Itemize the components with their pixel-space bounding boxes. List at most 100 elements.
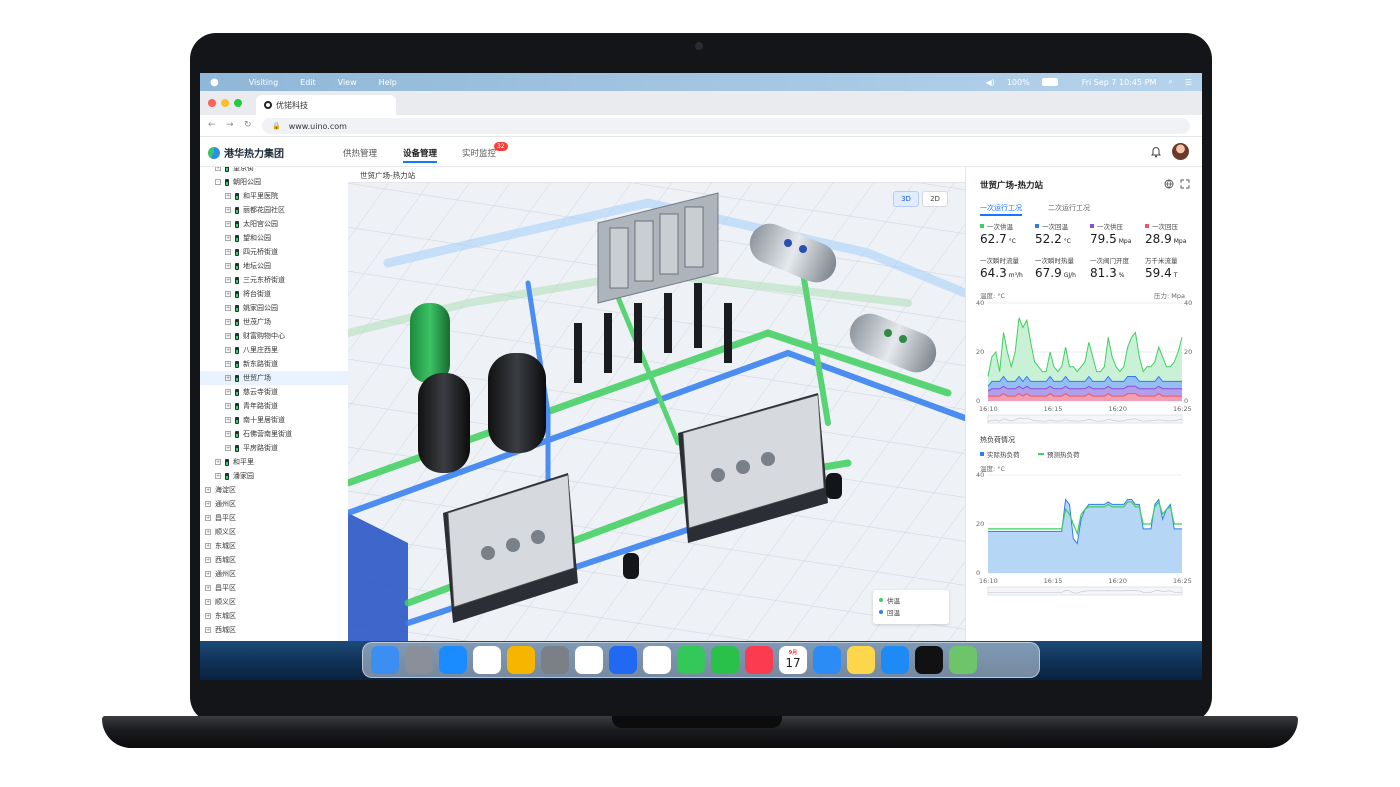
expand-icon[interactable]: + — [225, 389, 231, 395]
expand-icon[interactable]: + — [205, 627, 211, 633]
chrome-app-icon[interactable] — [473, 646, 501, 674]
tree-item[interactable]: + 西城区 — [200, 623, 348, 637]
subtab-primary[interactable]: 一次运行工况 — [980, 203, 1022, 213]
avatar[interactable] — [1172, 143, 1189, 160]
tree-item[interactable]: + 四元桥街道 — [200, 245, 348, 259]
expand-icon[interactable]: + — [225, 305, 231, 311]
control-center-icon[interactable]: ☰ — [1185, 78, 1192, 87]
tree-item[interactable]: + 世贸广场 — [200, 371, 348, 385]
settings-app-icon[interactable] — [541, 646, 569, 674]
3d-viewport[interactable]: 世贸广场-热力站 3D 2D 供温 回温 — [348, 167, 965, 641]
ithome-app-icon[interactable] — [609, 646, 637, 674]
tree-item[interactable]: - 朝阳公园 — [200, 175, 348, 189]
volume-icon[interactable]: ◀) — [986, 78, 995, 87]
expand-icon[interactable]: + — [225, 291, 231, 297]
tree-item[interactable]: + 潘家园 — [200, 469, 348, 483]
expand-icon[interactable]: + — [225, 333, 231, 339]
close-window-button[interactable] — [208, 99, 216, 107]
notes-app-icon[interactable] — [847, 646, 875, 674]
expand-icon[interactable]: + — [225, 263, 231, 269]
brand[interactable]: 港华热力集团 — [208, 145, 284, 160]
back-icon[interactable]: ← — [208, 120, 216, 130]
expand-icon[interactable]: + — [225, 417, 231, 423]
sketch-app-icon[interactable] — [507, 646, 535, 674]
tree-item[interactable]: + 海淀区 — [200, 483, 348, 497]
url-field[interactable]: 🔒 www.uino.com — [262, 118, 1190, 134]
battery-icon[interactable] — [1041, 78, 1058, 86]
finder-app-icon[interactable] — [371, 646, 399, 674]
tree-item[interactable]: + 丽都花园社区 — [200, 203, 348, 217]
tree-item[interactable]: + 顺义区 — [200, 595, 348, 609]
messages-app-icon[interactable] — [677, 646, 705, 674]
expand-icon[interactable] — [1180, 179, 1190, 189]
tab-heating-management[interactable]: 供热管理 — [343, 147, 377, 159]
tree-item[interactable]: + 东城区 — [200, 539, 348, 553]
facetime-app-icon[interactable] — [711, 646, 739, 674]
expand-icon[interactable]: + — [205, 543, 211, 549]
mode-2d-button[interactable]: 2D — [922, 191, 948, 207]
browser-tab[interactable]: 优锘科技 — [256, 95, 396, 115]
tree-item[interactable]: + 三元东桥街道 — [200, 273, 348, 287]
expand-icon[interactable]: + — [215, 459, 221, 465]
tree-item[interactable]: + 太阳宫公园 — [200, 217, 348, 231]
menu-edit[interactable]: Edit — [300, 78, 316, 87]
expand-icon[interactable]: + — [225, 221, 231, 227]
tree-item[interactable]: + 昌平区 — [200, 511, 348, 525]
appstore-app-icon[interactable] — [881, 646, 909, 674]
tree-item[interactable]: + 世茂广场 — [200, 315, 348, 329]
tree-item[interactable]: + 平房路街道 — [200, 441, 348, 455]
tree-item[interactable]: + 石佛营南里街道 — [200, 427, 348, 441]
tree-item[interactable]: + 八里庄西里 — [200, 343, 348, 357]
expand-icon[interactable]: + — [225, 375, 231, 381]
tree-item[interactable]: + 青年路街道 — [200, 399, 348, 413]
maximize-window-button[interactable] — [234, 99, 242, 107]
tree-item[interactable]: + 财富购物中心 — [200, 329, 348, 343]
tree-item[interactable]: + 南十里居街道 — [200, 413, 348, 427]
expand-icon[interactable]: + — [205, 557, 211, 563]
expand-icon[interactable]: + — [225, 207, 231, 213]
mode-3d-button[interactable]: 3D — [893, 191, 919, 207]
tree-item[interactable]: + 和平里 — [200, 455, 348, 469]
expand-icon[interactable]: + — [205, 613, 211, 619]
reload-icon[interactable]: ↻ — [244, 120, 252, 130]
tab-realtime-monitoring[interactable]: 实时监控 — [462, 147, 496, 159]
expand-icon[interactable]: + — [225, 277, 231, 283]
expand-icon[interactable]: + — [225, 361, 231, 367]
clock[interactable]: Fri Sep 7 10:45 PM — [1082, 78, 1157, 87]
tree-item[interactable]: + 望京街 — [200, 167, 348, 175]
tree-item[interactable]: + 和平里医院 — [200, 189, 348, 203]
apple-icon[interactable]: ● — [210, 77, 219, 88]
expand-icon[interactable]: + — [205, 529, 211, 535]
expand-icon[interactable]: + — [225, 445, 231, 451]
menu-visiting[interactable]: Visiting — [249, 78, 278, 87]
globe-icon[interactable] — [1164, 179, 1174, 189]
expand-icon[interactable]: + — [205, 515, 211, 521]
expand-icon[interactable]: + — [205, 487, 211, 493]
tree-item[interactable]: + 姚家园公园 — [200, 301, 348, 315]
expand-icon[interactable]: + — [205, 599, 211, 605]
menu-help[interactable]: Help — [379, 78, 397, 87]
forward-icon[interactable]: → — [226, 120, 234, 130]
tree-item[interactable]: + 通州区 — [200, 567, 348, 581]
calendar-app-icon[interactable]: 9月 17 — [779, 646, 807, 674]
spotlight-icon[interactable]: ⌕ — [1168, 77, 1172, 87]
expand-icon[interactable]: + — [205, 571, 211, 577]
collapse-icon[interactable]: - — [215, 179, 221, 185]
expand-icon[interactable]: + — [215, 473, 221, 479]
minimize-window-button[interactable] — [221, 99, 229, 107]
tree-item[interactable]: + 通州区 — [200, 497, 348, 511]
appletv-app-icon[interactable] — [915, 646, 943, 674]
expand-icon[interactable]: + — [225, 249, 231, 255]
tree-item[interactable]: + 昌平区 — [200, 581, 348, 595]
expand-icon[interactable]: + — [225, 347, 231, 353]
music-app-icon[interactable] — [745, 646, 773, 674]
reminders-app-icon[interactable] — [643, 646, 671, 674]
launchpad-app-icon[interactable] — [405, 646, 433, 674]
photos-app-icon[interactable] — [575, 646, 603, 674]
tree-item[interactable]: + 西城区 — [200, 553, 348, 567]
subtab-secondary[interactable]: 二次运行工况 — [1048, 203, 1090, 213]
tree-item[interactable]: + 望和公园 — [200, 231, 348, 245]
bell-icon[interactable] — [1150, 146, 1162, 158]
operating-chart[interactable]: 40 4020 200 016:10 16:15 16:20 16:25 — [976, 297, 1194, 427]
tree-item[interactable]: + 将台街道 — [200, 287, 348, 301]
